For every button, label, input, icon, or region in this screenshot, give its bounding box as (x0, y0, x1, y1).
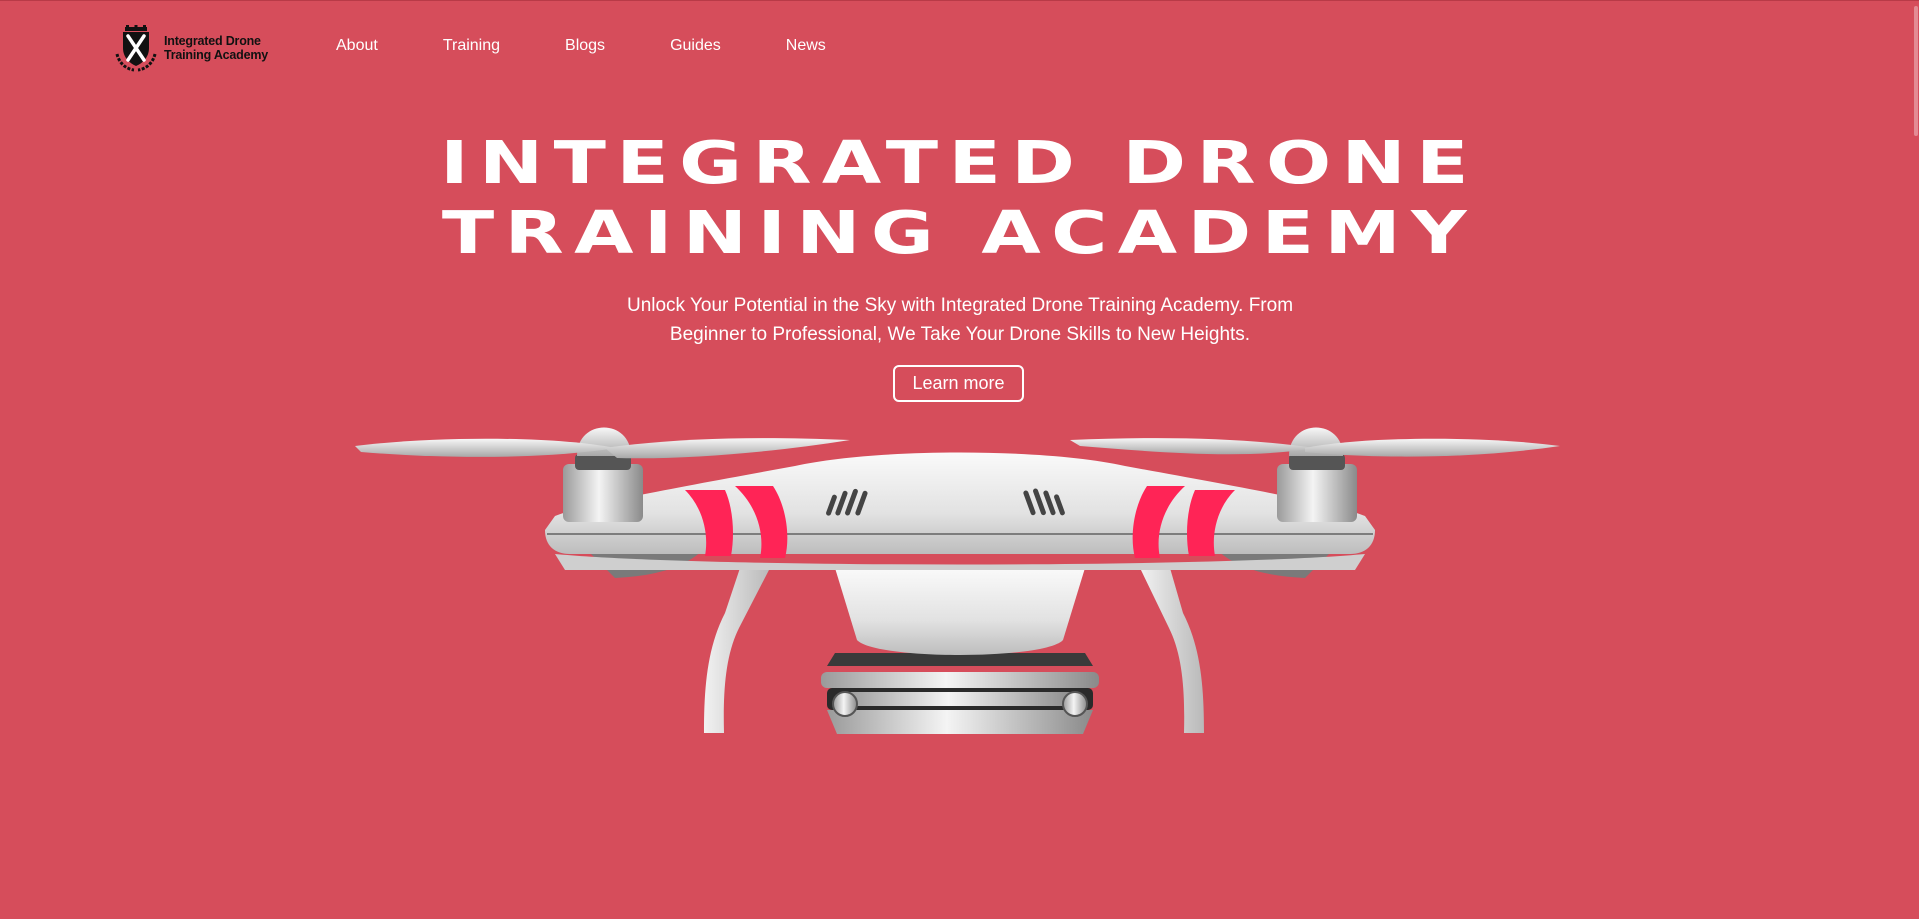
nav-link-blogs[interactable]: Blogs (565, 37, 605, 55)
hero-title-line2: TRAINING ACADEMY (441, 198, 1478, 267)
nav-link-about[interactable]: About (336, 37, 378, 55)
nav-link-guides[interactable]: Guides (670, 37, 721, 55)
nav-link-training[interactable]: Training (443, 37, 500, 55)
logo-text: Integrated Drone Training Academy (164, 34, 268, 62)
main-nav: About Training Blogs Guides News (336, 37, 891, 55)
learn-more-button[interactable]: Learn more (893, 365, 1024, 402)
top-border (0, 0, 1919, 1)
nav-link-news[interactable]: News (786, 37, 826, 55)
crest-logo-icon (115, 25, 157, 72)
hero-subtitle-line2: Beginner to Professional, We Take Your D… (669, 324, 1251, 345)
drone-illustration (355, 427, 1560, 734)
site-logo[interactable]: Integrated Drone Training Academy (112, 24, 268, 72)
logo-text-line2: Training Academy (164, 48, 269, 62)
scrollbar-thumb[interactable] (1914, 6, 1918, 136)
hero-subtitle-line1: Unlock Your Potential in the Sky with In… (626, 295, 1294, 316)
hero-title: INTEGRATED DRONE TRAINING ACADEMY (0, 128, 1919, 268)
scrollbar[interactable] (1913, 0, 1919, 919)
hero-subtitle: Unlock Your Potential in the Sky with In… (560, 291, 1360, 349)
hero-title-line1: INTEGRATED DRONE (440, 128, 1479, 197)
logo-text-line1: Integrated Drone (164, 34, 261, 48)
